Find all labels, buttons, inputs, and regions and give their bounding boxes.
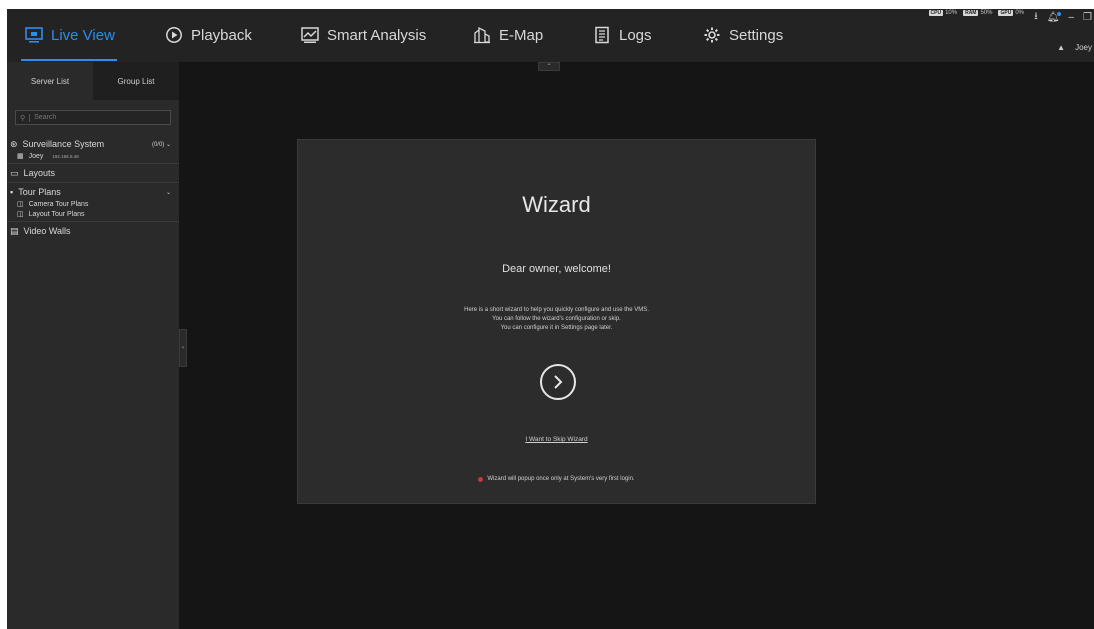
wizard-next-button[interactable] [540, 364, 576, 400]
wizard-description: Here is a short wizard to help you quick… [298, 306, 815, 333]
wizard-dialog: Wizard Dear owner, welcome! Here is a sh… [297, 139, 816, 504]
tab-server-list[interactable]: Server List [7, 62, 93, 100]
sidebar-collapse-button[interactable]: ‹ [179, 329, 187, 367]
wizard-title: Wizard [522, 192, 591, 217]
gpu-value: 0% [1015, 10, 1024, 16]
search-separator [29, 113, 31, 122]
system-icon: ⊛ [10, 138, 18, 149]
wizard-note-text: Wizard will popup once only at System's … [487, 476, 635, 482]
tab-smart-analysis[interactable]: Smart Analysis [301, 23, 426, 47]
divider [7, 182, 179, 183]
tree-item-label: Layout Tour Plans [28, 210, 85, 218]
smart-analysis-icon [301, 27, 319, 43]
server-ip: 192.168.8.48 [52, 153, 79, 159]
ram-icon: RAM [963, 10, 979, 16]
tree-item-camera-tour-plans[interactable]: ◫ Camera Tour Plans [7, 199, 179, 209]
cpu-value: 10% [945, 10, 958, 16]
tree-item-label: Camera Tour Plans [28, 200, 89, 208]
wizard-desc-line: You can configure it in Settings page la… [500, 325, 613, 331]
tab-logs[interactable]: Logs [593, 23, 652, 47]
live-view-icon [25, 27, 43, 43]
restore-icon[interactable]: ❐ [1083, 12, 1092, 23]
search-icon: ⚲ [20, 114, 26, 122]
tab-logs-label: Logs [619, 26, 652, 44]
gpu-icon: GPU [998, 10, 1014, 16]
tree-item-server[interactable]: ▦ Joey 192.168.8.48 [7, 151, 179, 161]
chevron-right-icon [554, 375, 563, 389]
layouts-icon: ▭ [10, 167, 19, 178]
tab-settings[interactable]: Settings [703, 23, 783, 47]
tab-playback[interactable]: Playback [165, 23, 252, 47]
window-controls: ⭳ 🔔︎ – ❐ [1034, 9, 1092, 26]
tab-live-view-label: Live View [51, 26, 115, 44]
cpu-icon: CPU [928, 10, 944, 16]
tree-item-video-walls[interactable]: ▤ Video Walls [7, 224, 179, 238]
user-avatar-icon: ▲ [1057, 43, 1066, 52]
tree-item-layout-tour-plans[interactable]: ◫ Layout Tour Plans [7, 209, 179, 219]
camera-tour-icon: ◫ [17, 201, 24, 208]
tab-emap-label: E-Map [499, 26, 544, 44]
ram-usage: RAM 50% [963, 10, 992, 16]
tree-item-layouts[interactable]: ▭ Layouts [7, 166, 179, 180]
tree-item-label: Layouts [23, 168, 56, 178]
tab-emap[interactable]: E-Map [473, 23, 543, 47]
tree-item-label: Surveillance System [22, 139, 105, 149]
layout-tour-icon: ◫ [17, 211, 24, 218]
tab-group-list[interactable]: Group List [93, 62, 179, 100]
sidebar: Server List Group List ⚲ Search ⊛ Survei… [7, 62, 179, 629]
skip-wizard-link[interactable]: I Want to Skip Wizard [525, 436, 587, 443]
skip-wizard-container: I Want to Skip Wizard [298, 436, 815, 443]
gpu-usage: GPU 0% [998, 10, 1024, 16]
download-icon[interactable]: ⭳ [1034, 9, 1038, 26]
divider [7, 221, 179, 222]
settings-icon [704, 27, 720, 43]
server-icon: ▦ [17, 153, 24, 160]
resource-status: CPU 10% RAM 50% GPU 0% [928, 10, 1024, 16]
tree-item-surveillance-system[interactable]: ⊛ Surveillance System (0/0) ⌄ [7, 137, 179, 151]
search-placeholder: Search [34, 114, 57, 121]
chevron-down-icon[interactable]: ⌄ [166, 189, 171, 196]
wizard-desc-line: Here is a short wizard to help you quick… [464, 307, 649, 313]
minimize-icon[interactable]: – [1068, 12, 1074, 23]
tree-item-tour-plans[interactable]: ▪ Tour Plans ⌄ [7, 185, 179, 199]
user-name: Joey [1075, 43, 1092, 52]
tree-item-label: Tour Plans [18, 187, 61, 197]
app-window: Live View Playback Smart Analysis E-Map … [7, 9, 1094, 629]
tree-item-label: Video Walls [23, 226, 71, 236]
tree-item-label: Joey [28, 152, 44, 160]
ram-value: 50% [980, 10, 993, 16]
divider [7, 163, 179, 164]
logs-icon [595, 26, 609, 44]
resource-tree: ⊛ Surveillance System (0/0) ⌄ ▦ Joey 192… [7, 137, 179, 238]
wizard-desc-line: You can follow the wizard's configuratio… [492, 316, 621, 322]
user-menu[interactable]: ▲ Joey [1057, 43, 1092, 52]
emap-icon [474, 26, 490, 44]
tour-plans-icon: ▪ [10, 187, 14, 197]
tab-playback-label: Playback [191, 26, 252, 44]
search-input[interactable]: ⚲ Search [15, 110, 171, 125]
playback-icon [166, 27, 182, 43]
tab-smart-analysis-label: Smart Analysis [327, 26, 427, 44]
sidebar-tabs: Server List Group List [7, 62, 179, 100]
cpu-usage: CPU 10% [928, 10, 958, 16]
tab-live-view[interactable]: Live View [25, 23, 115, 47]
wizard-note: Wizard will popup once only at System's … [298, 476, 815, 482]
info-icon [478, 476, 484, 482]
notification-bell-icon[interactable]: 🔔︎ [1047, 12, 1062, 23]
top-navigation-bar: Live View Playback Smart Analysis E-Map … [7, 9, 1094, 62]
tab-settings-label: Settings [729, 26, 784, 44]
active-tab-indicator [21, 59, 117, 61]
system-count: (0/0) ⌄ [151, 141, 171, 148]
video-walls-icon: ▤ [10, 225, 19, 236]
wizard-greeting: Dear owner, welcome! [502, 263, 611, 275]
topbar-collapse-button[interactable]: ⌃ [538, 62, 560, 71]
